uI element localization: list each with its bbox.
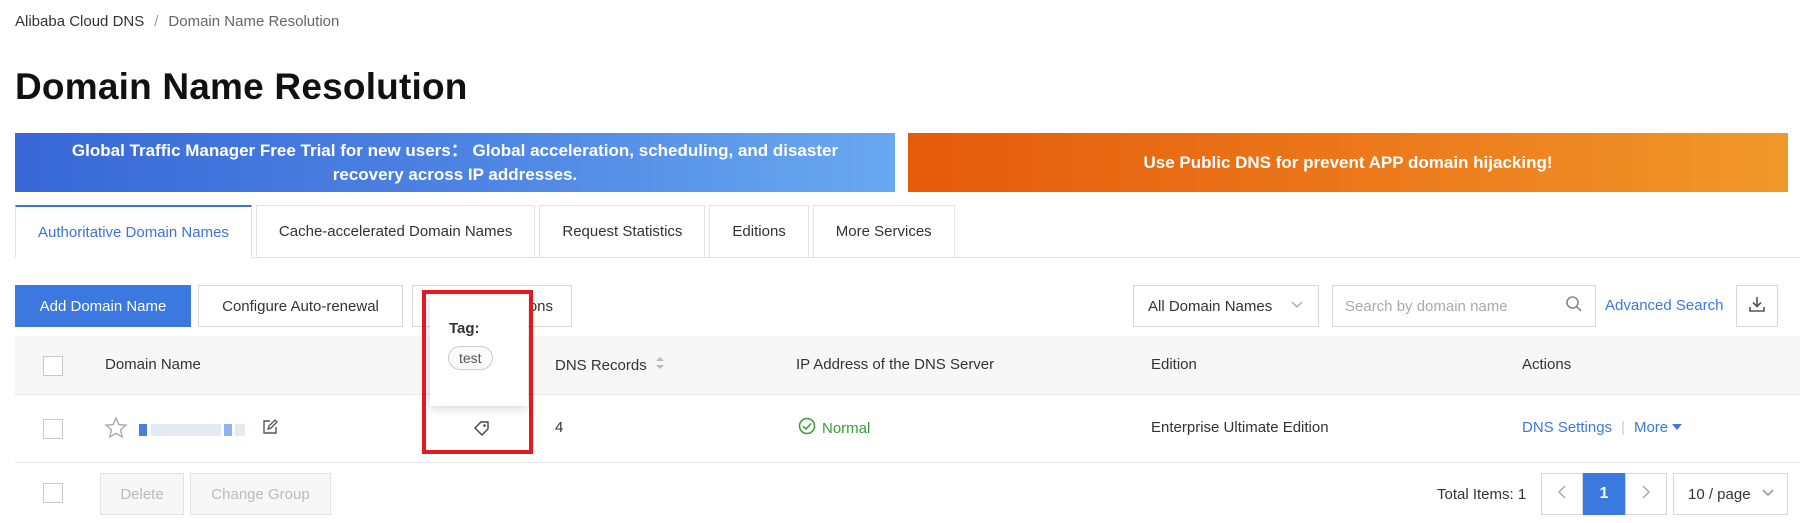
add-domain-name-button[interactable]: Add Domain Name: [15, 285, 191, 327]
search-icon[interactable]: [1565, 295, 1583, 318]
column-actions: Actions: [1522, 356, 1572, 373]
edit-icon[interactable]: [262, 419, 278, 439]
page-title: Domain Name Resolution: [15, 66, 468, 107]
breadcrumb-current: Domain Name Resolution: [168, 13, 340, 30]
chevron-down-icon: [1761, 485, 1775, 503]
column-dns-records-label: DNS Records: [555, 356, 647, 374]
more-actions-dropdown[interactable]: More: [1634, 419, 1683, 436]
select-all-checkbox[interactable]: [43, 356, 63, 376]
page-size-select[interactable]: 10 / page: [1673, 473, 1788, 515]
page-size-value: 10 / page: [1688, 485, 1751, 503]
dns-records-count[interactable]: 4: [555, 419, 563, 436]
domain-filter-value: All Domain Names: [1148, 297, 1273, 315]
next-page-button[interactable]: [1625, 473, 1667, 515]
actions-divider: |: [1621, 419, 1625, 436]
domain-name-redacted[interactable]: [139, 395, 249, 463]
column-domain-name: Domain Name: [105, 356, 201, 373]
tooltip-title: Tag:: [449, 320, 480, 337]
tab-more-services[interactable]: More Services: [812, 205, 955, 258]
dns-settings-link[interactable]: DNS Settings: [1522, 419, 1612, 436]
status-badge: Normal: [798, 417, 870, 439]
public-dns-banner[interactable]: Use Public DNS for prevent APP domain hi…: [908, 133, 1788, 192]
chevron-right-icon: [1641, 484, 1651, 505]
row-actions: DNS Settings | More: [1522, 419, 1683, 436]
tab-authoritative-domain-names[interactable]: Authoritative Domain Names: [15, 205, 252, 258]
tab-editions[interactable]: Editions: [709, 205, 809, 258]
table-header: Domain Name DNS Records IP Address of th…: [15, 336, 1800, 395]
search-input[interactable]: [1345, 297, 1565, 315]
edition-value: Enterprise Ultimate Edition: [1151, 419, 1329, 436]
prev-page-button[interactable]: [1541, 473, 1583, 515]
configure-auto-renewal-button[interactable]: Configure Auto-renewal: [198, 285, 403, 327]
domain-filter-select[interactable]: All Domain Names: [1133, 285, 1319, 327]
tab-bar: Authoritative Domain Names Cache-acceler…: [15, 205, 959, 258]
more-actions-label: More: [1633, 419, 1669, 436]
table-row: 4 Normal Enterprise Ultimate Edition DNS…: [15, 395, 1800, 463]
caret-down-icon: [1671, 419, 1683, 436]
chevron-down-icon: [1290, 297, 1304, 315]
sort-icon[interactable]: [655, 356, 665, 374]
status-text: Normal: [822, 419, 871, 437]
check-circle-icon: [798, 417, 816, 439]
column-ip-address: IP Address of the DNS Server: [796, 356, 995, 373]
total-items-count: Total Items: 1: [1437, 486, 1527, 503]
tag-icon[interactable]: [473, 420, 491, 440]
chevron-left-icon: [1557, 484, 1567, 505]
star-icon[interactable]: [104, 416, 128, 444]
breadcrumb-root[interactable]: Alibaba Cloud DNS: [15, 13, 144, 30]
gtm-trial-banner[interactable]: Global Traffic Manager Free Trial for ne…: [15, 133, 895, 192]
tab-request-statistics[interactable]: Request Statistics: [539, 205, 706, 258]
column-dns-records[interactable]: DNS Records: [555, 356, 665, 374]
delete-button[interactable]: Delete: [100, 473, 184, 515]
download-icon: [1748, 295, 1766, 318]
tag-chip[interactable]: test: [448, 346, 493, 370]
advanced-search-link[interactable]: Advanced Search: [1605, 297, 1723, 314]
search-box: [1332, 285, 1596, 327]
change-group-button[interactable]: Change Group: [190, 473, 331, 515]
row-checkbox[interactable]: [43, 419, 63, 439]
column-edition: Edition: [1151, 356, 1197, 373]
tab-cache-accelerated-domain-names[interactable]: Cache-accelerated Domain Names: [255, 205, 536, 258]
tag-tooltip: Tag: test: [430, 296, 528, 406]
breadcrumb-separator: /: [154, 13, 159, 30]
download-button[interactable]: [1736, 285, 1778, 327]
footer-select-all-checkbox[interactable]: [43, 483, 63, 503]
breadcrumb: Alibaba Cloud DNS / Domain Name Resolution: [15, 13, 339, 30]
page-1-button[interactable]: 1: [1583, 473, 1625, 515]
